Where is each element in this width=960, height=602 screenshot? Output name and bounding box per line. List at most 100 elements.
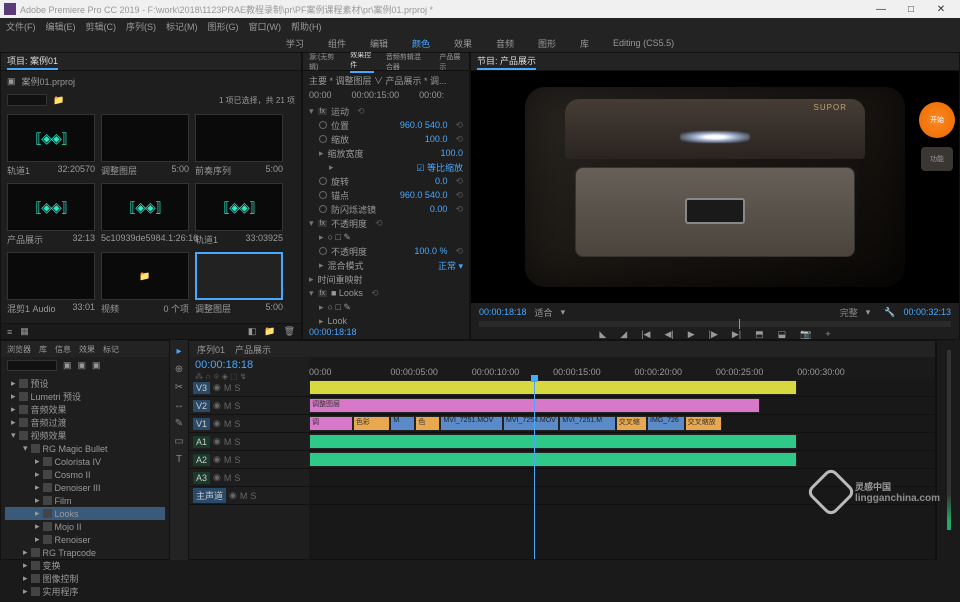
- clip[interactable]: [309, 380, 797, 395]
- fit-dropdown[interactable]: 适合: [535, 306, 553, 319]
- track[interactable]: 调整图层: [309, 397, 935, 415]
- clip[interactable]: MVI_7251.M: [559, 416, 615, 431]
- effect-property[interactable]: 位置960.0 540.0⟲: [309, 118, 463, 132]
- effect-property[interactable]: ▸缩放宽度100.0: [309, 146, 463, 160]
- tool-button[interactable]: ▭: [173, 436, 185, 448]
- tree-item[interactable]: ▾RG Magic Bullet: [5, 442, 165, 455]
- bin-item[interactable]: 调整图层5:00: [101, 114, 189, 177]
- workspace-tab[interactable]: 编辑: [370, 37, 388, 50]
- panel-tab[interactable]: 效果控件: [350, 50, 374, 73]
- tree-item[interactable]: ▸音频过渡: [5, 416, 165, 429]
- settings-icon[interactable]: +: [825, 329, 830, 340]
- sequence-tab[interactable]: 序列01: [197, 343, 225, 356]
- program-ruler[interactable]: [479, 321, 951, 327]
- tree-item[interactable]: ▸Denoiser III: [5, 481, 165, 494]
- timeline-ruler[interactable]: 00:0000:00:05:0000:00:10:0000:00:15:0000…: [309, 357, 935, 379]
- track-header[interactable]: V2◉MS: [189, 397, 309, 415]
- list-view-icon[interactable]: ≡: [7, 327, 12, 337]
- menu-item[interactable]: 文件(F): [6, 20, 36, 33]
- tree-item[interactable]: ▸Cosmo II: [5, 468, 165, 481]
- tracks-area[interactable]: 调整图层调色彩M色MVI_7251.MOVMVI_7254.MOVMVI_725…: [309, 379, 935, 559]
- step-fwd-icon[interactable]: |▶: [709, 329, 718, 340]
- fx-badge-icon[interactable]: ▣: [63, 360, 72, 371]
- menu-item[interactable]: 图形(G): [208, 20, 239, 33]
- go-out-icon[interactable]: ▶|: [732, 329, 741, 340]
- mark-out-icon[interactable]: ◢: [620, 329, 627, 340]
- browser-tab[interactable]: 库: [39, 344, 47, 355]
- tool-button[interactable]: ✎: [173, 418, 185, 430]
- fx-badge-icon[interactable]: ▣: [92, 360, 101, 371]
- program-viewport[interactable]: SUPOR 开始 功能: [471, 71, 959, 303]
- effect-property[interactable]: ▸○ □ ✎: [309, 230, 463, 244]
- effect-property[interactable]: ▾fx不透明度⟲: [309, 216, 463, 230]
- extract-icon[interactable]: ⬓: [778, 329, 787, 340]
- icon-view-icon[interactable]: ▦: [20, 326, 29, 337]
- program-timecode[interactable]: 00:00:18:18: [479, 307, 527, 317]
- new-item-icon[interactable]: ◧: [248, 326, 257, 337]
- clip[interactable]: MVI_7251.MOV: [440, 416, 503, 431]
- effect-property[interactable]: ▸○ □ ✎: [309, 300, 463, 314]
- browser-tab[interactable]: 信息: [55, 344, 71, 355]
- tree-item[interactable]: ▸图像控制: [5, 572, 165, 585]
- track-header[interactable]: A1◉MS: [189, 433, 309, 451]
- project-tab[interactable]: 项目: 案例01: [7, 54, 58, 70]
- track-header[interactable]: A2◉MS: [189, 451, 309, 469]
- tree-item[interactable]: ▾视频效果: [5, 429, 165, 442]
- clip[interactable]: MVI_7254.MOV: [503, 416, 559, 431]
- panel-tab[interactable]: 音频剪辑混合器: [386, 52, 427, 72]
- bin-item[interactable]: ⟦◈◈⟧轨道132:20570: [7, 114, 95, 177]
- effect-property[interactable]: ▾fx■ Looks⟲: [309, 286, 463, 300]
- tree-item[interactable]: ▸变换: [5, 559, 165, 572]
- clip[interactable]: IMG_726: [647, 416, 685, 431]
- tree-item[interactable]: ▸Looks: [5, 507, 165, 520]
- eff-timecode[interactable]: 00:00:18:18: [309, 327, 357, 337]
- browser-tab[interactable]: 标记: [103, 344, 119, 355]
- bin-item[interactable]: 混剪1 Audio33:01: [7, 252, 95, 315]
- track[interactable]: [309, 433, 935, 451]
- effect-property[interactable]: ▸混合模式正常 ▾: [309, 258, 463, 272]
- effect-property[interactable]: 缩放100.0⟲: [309, 132, 463, 146]
- clip[interactable]: 交叉缩: [616, 416, 647, 431]
- bin-item[interactable]: 📁视频0 个项: [101, 252, 189, 315]
- effect-property[interactable]: 防闪烁滤镜0.00⟲: [309, 202, 463, 216]
- menu-item[interactable]: 帮助(H): [291, 20, 322, 33]
- lift-icon[interactable]: ⬒: [755, 329, 764, 340]
- workspace-tab[interactable]: 学习: [286, 37, 304, 50]
- minimize-button[interactable]: —: [866, 4, 896, 15]
- bin-item[interactable]: ⟦◈◈⟧5c10939de5984.1:26:16: [101, 183, 189, 246]
- workspace-tab[interactable]: 库: [580, 37, 589, 50]
- menu-item[interactable]: 序列(S): [126, 20, 156, 33]
- track-header[interactable]: A3◉MS: [189, 469, 309, 487]
- tree-item[interactable]: ▸Lumetri 预设: [5, 390, 165, 403]
- tool-button[interactable]: T: [173, 454, 185, 466]
- fx-badge-icon[interactable]: ▣: [78, 360, 87, 371]
- workspace-tab[interactable]: 效果: [454, 37, 472, 50]
- effect-property[interactable]: 锚点960.0 540.0⟲: [309, 188, 463, 202]
- sequence-tab[interactable]: 产品展示: [235, 343, 271, 356]
- workspace-tab[interactable]: 图形: [538, 37, 556, 50]
- clip[interactable]: 色: [415, 416, 440, 431]
- close-button[interactable]: ✕: [926, 4, 956, 15]
- tool-button[interactable]: ▸: [173, 346, 185, 358]
- folder-icon[interactable]: 📁: [53, 95, 64, 106]
- search-input[interactable]: [7, 94, 47, 106]
- program-tab[interactable]: 节目: 产品展示: [477, 54, 536, 70]
- effect-property[interactable]: ▸Look: [309, 314, 463, 325]
- tree-item[interactable]: ▸音频效果: [5, 403, 165, 416]
- bin-item[interactable]: 前奏序列5:00: [195, 114, 283, 177]
- track[interactable]: 调色彩M色MVI_7251.MOVMVI_7254.MOVMVI_7251.M交…: [309, 415, 935, 433]
- go-in-icon[interactable]: |◀: [641, 329, 650, 340]
- tree-item[interactable]: ▸预设: [5, 377, 165, 390]
- track[interactable]: [309, 451, 935, 469]
- tool-button[interactable]: ↔: [173, 400, 185, 412]
- menu-item[interactable]: 剪辑(C): [86, 20, 117, 33]
- track-header[interactable]: V1◉MS: [189, 415, 309, 433]
- effect-property[interactable]: ▾fx运动⟲: [309, 104, 463, 118]
- clip[interactable]: M: [390, 416, 415, 431]
- clip[interactable]: 调: [309, 416, 353, 431]
- step-back-icon[interactable]: ◀|: [664, 329, 673, 340]
- panel-tab[interactable]: 源:(无剪辑): [309, 52, 338, 72]
- bin-item[interactable]: ⟦◈◈⟧轨道133:03925: [195, 183, 283, 246]
- menu-item[interactable]: 窗口(W): [249, 20, 282, 33]
- effect-property[interactable]: ▸时间重映射: [309, 272, 463, 286]
